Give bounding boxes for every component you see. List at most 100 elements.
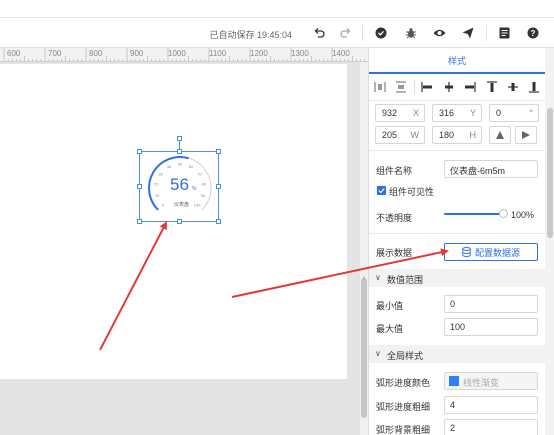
align-left-icon[interactable] bbox=[417, 76, 438, 98]
component-name-input[interactable]: 仪表盘-6m5m bbox=[444, 160, 538, 178]
gauge-value: 56 bbox=[170, 175, 189, 194]
eye-icon[interactable] bbox=[430, 24, 448, 42]
resize-handle-se[interactable] bbox=[216, 219, 221, 224]
y-input[interactable]: 316 Y bbox=[432, 104, 482, 122]
visibility-checkbox[interactable] bbox=[377, 186, 386, 195]
width-input[interactable]: 205 W bbox=[375, 126, 425, 144]
height-value: 180 bbox=[439, 130, 455, 140]
opacity-slider-knob[interactable] bbox=[499, 209, 508, 218]
collapse-panel-arrow[interactable]: › bbox=[360, 272, 368, 284]
resize-handle-w[interactable] bbox=[137, 184, 142, 189]
toolbar: 已自动保存 19:45:04 ? bbox=[0, 18, 554, 48]
ruler-label: 700 bbox=[48, 49, 62, 58]
undo-icon[interactable] bbox=[310, 24, 328, 42]
distribute-horizontal-icon[interactable] bbox=[369, 76, 390, 98]
section-global-style-title: 全局样式 bbox=[387, 351, 424, 361]
arc-width-value: 4 bbox=[450, 400, 456, 410]
y-value: 316 bbox=[439, 108, 455, 118]
canvas-scrollbar[interactable] bbox=[360, 62, 368, 435]
ruler-label: 1400 bbox=[332, 49, 350, 58]
y-unit: Y bbox=[469, 108, 476, 118]
opacity-label: 不透明度 bbox=[376, 213, 413, 223]
gauge-tick-label: 100 bbox=[194, 202, 201, 207]
arc-bg-width-value: 2 bbox=[450, 423, 456, 433]
gauge-tick-label: 10 bbox=[155, 193, 160, 198]
x-unit: X bbox=[412, 108, 419, 118]
gauge-tick-label: 70 bbox=[197, 171, 202, 176]
distribute-vertical-icon[interactable] bbox=[390, 76, 411, 98]
max-value-input[interactable]: 100 bbox=[444, 318, 538, 336]
gauge-label: 仪表盘 bbox=[174, 202, 190, 208]
rotate-handle-line bbox=[179, 141, 180, 149]
width-unit: W bbox=[410, 130, 420, 140]
panel-scrollbar-thumb[interactable] bbox=[547, 108, 553, 238]
tab-style[interactable]: 样式 bbox=[369, 48, 545, 74]
help-icon[interactable]: ? bbox=[524, 24, 542, 42]
gauge-tick-label: 30 bbox=[158, 171, 163, 176]
gauge-tick-label: 90 bbox=[201, 193, 206, 198]
resize-handle-sw[interactable] bbox=[137, 219, 142, 224]
document-icon[interactable] bbox=[495, 24, 513, 42]
x-input[interactable]: 932 X bbox=[375, 104, 425, 122]
resize-handle-e[interactable] bbox=[216, 184, 221, 189]
ruler-label: 1100 bbox=[209, 49, 227, 58]
configure-data-source-label: 配置数据源 bbox=[474, 247, 520, 258]
toolbar-separator bbox=[486, 25, 487, 41]
opacity-value: 100% bbox=[511, 210, 535, 220]
ruler-label: 1300 bbox=[291, 49, 309, 58]
visibility-label: 组件可见性 bbox=[389, 187, 435, 197]
arc-color-picker[interactable]: 线性渐变 bbox=[444, 372, 538, 390]
gauge-widget[interactable]: 0 10 20 30 40 50 60 70 80 90 100 56 % 仪表盘 bbox=[137, 136, 221, 224]
arc-width-input[interactable]: 4 bbox=[444, 396, 538, 414]
top-bar bbox=[0, 0, 554, 18]
align-separator bbox=[413, 80, 415, 94]
resize-handle-s[interactable] bbox=[177, 219, 182, 224]
bug-icon[interactable] bbox=[402, 24, 420, 42]
section-global-style[interactable]: ∨ 全局样式 bbox=[369, 345, 545, 363]
align-top-icon[interactable] bbox=[481, 76, 502, 98]
editor-window: 已自动保存 19:45:04 ? 600 700 800 900 1000 11… bbox=[0, 0, 554, 435]
x-value: 932 bbox=[382, 108, 398, 118]
ruler-label: 600 bbox=[7, 49, 21, 58]
configure-data-source-button[interactable]: 配置数据源 bbox=[444, 243, 538, 261]
rotation-input[interactable]: 0 ° bbox=[489, 104, 539, 122]
send-icon[interactable] bbox=[459, 24, 477, 42]
section-value-range[interactable]: ∨ 数值范围 bbox=[369, 269, 545, 287]
flip-horizontal-icon[interactable] bbox=[489, 126, 511, 144]
autosave-status: 已自动保存 19:45:04 bbox=[209, 30, 292, 40]
redo-icon[interactable] bbox=[337, 24, 355, 42]
section-value-range-title: 数值范围 bbox=[387, 275, 424, 285]
align-bottom-icon[interactable] bbox=[524, 76, 545, 98]
flip-vertical-icon[interactable] bbox=[515, 126, 537, 144]
ruler-label: 800 bbox=[89, 49, 103, 58]
min-value-value: 0 bbox=[450, 299, 456, 309]
max-value-value: 100 bbox=[450, 322, 466, 332]
align-right-icon[interactable] bbox=[459, 76, 480, 98]
align-middle-icon[interactable] bbox=[502, 76, 523, 98]
resize-handle-n[interactable] bbox=[177, 149, 182, 154]
min-value-label: 最小值 bbox=[376, 301, 404, 311]
data-source-label: 展示数据 bbox=[376, 248, 413, 258]
align-toolbar bbox=[369, 76, 545, 98]
ruler-label: 1200 bbox=[250, 49, 268, 58]
arc-color-swatch bbox=[449, 376, 459, 386]
width-value: 205 bbox=[382, 130, 398, 140]
opacity-slider-fill bbox=[444, 213, 504, 215]
panel-scrollbar[interactable] bbox=[545, 48, 554, 435]
arc-color-label: 弧形进度颜色 bbox=[376, 378, 431, 388]
design-canvas[interactable] bbox=[0, 62, 360, 435]
align-center-horizontal-icon[interactable] bbox=[438, 76, 459, 98]
check-circle-icon[interactable] bbox=[372, 24, 390, 42]
ruler-label: 900 bbox=[130, 49, 144, 58]
component-name-label: 组件名称 bbox=[376, 166, 413, 176]
arc-bg-width-input[interactable]: 2 bbox=[444, 419, 538, 435]
height-unit: H bbox=[469, 130, 477, 140]
height-input[interactable]: 180 H bbox=[432, 126, 482, 144]
chevron-down-icon: ∨ bbox=[375, 273, 381, 282]
resize-handle-nw[interactable] bbox=[137, 149, 142, 154]
gauge-tick-label: 20 bbox=[154, 182, 159, 187]
resize-handle-ne[interactable] bbox=[216, 149, 221, 154]
min-value-input[interactable]: 0 bbox=[444, 295, 538, 313]
canvas-scrollbar-thumb[interactable] bbox=[361, 278, 367, 418]
horizontal-ruler: 600 700 800 900 1000 1100 1200 1300 1400 bbox=[0, 48, 368, 62]
